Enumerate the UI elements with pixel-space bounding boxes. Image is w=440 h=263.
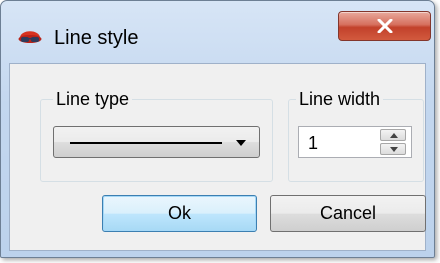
close-button[interactable]	[338, 11, 431, 41]
line-width-value[interactable]: 1	[308, 134, 318, 152]
close-x-icon	[377, 19, 393, 33]
solid-line-preview	[70, 142, 222, 144]
arrow-up-icon	[390, 133, 398, 138]
window-title: Line style	[54, 27, 139, 49]
stepper-up-button[interactable]	[380, 129, 406, 141]
line-width-stepper[interactable]: 1	[298, 126, 412, 158]
chevron-down-icon	[236, 140, 246, 146]
hat-icon	[18, 26, 42, 48]
stepper-buttons	[380, 129, 408, 155]
stepper-down-button[interactable]	[380, 143, 406, 155]
ok-button[interactable]: Ok	[102, 195, 257, 232]
cancel-button[interactable]: Cancel	[270, 195, 426, 232]
line-width-legend: Line width	[296, 89, 384, 109]
title-bar[interactable]: Line style	[1, 1, 434, 63]
arrow-down-icon	[390, 147, 398, 152]
line-style-dialog: Line style Line type Line width 1 Ok Can…	[0, 0, 435, 258]
line-type-legend: Line type	[53, 89, 133, 109]
line-type-dropdown[interactable]	[53, 126, 260, 158]
